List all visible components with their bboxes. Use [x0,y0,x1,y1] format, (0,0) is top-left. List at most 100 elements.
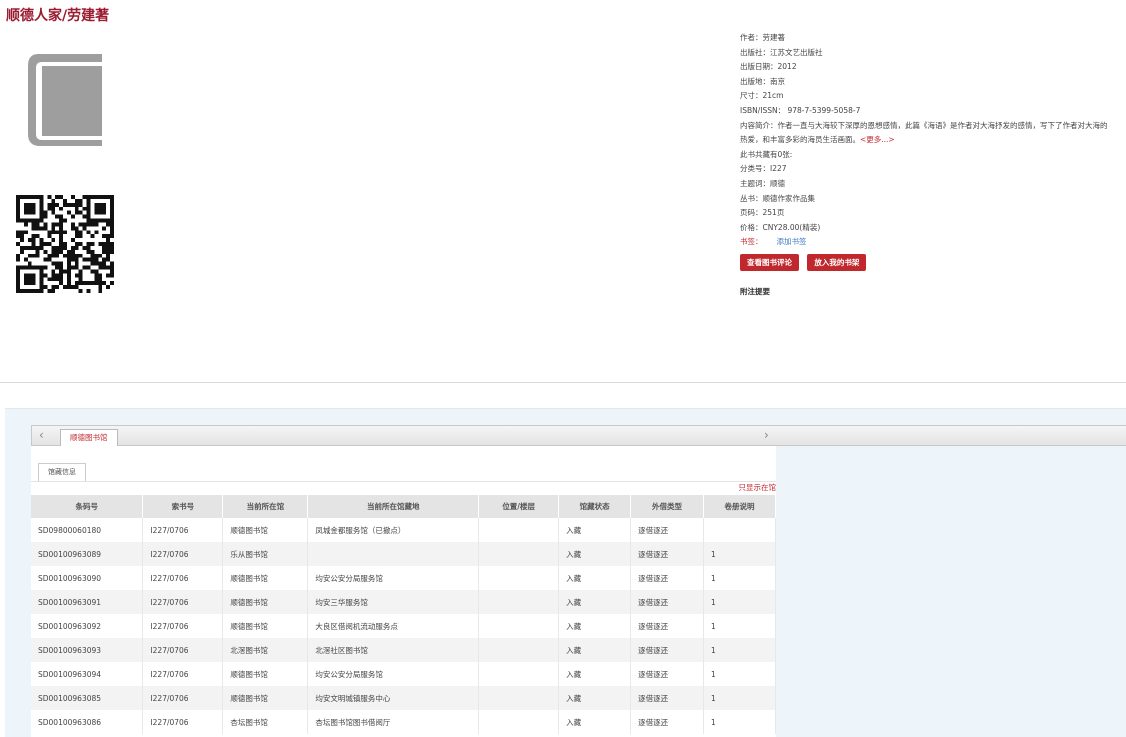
column-header: 位置/楼层 [478,495,560,518]
table-cell [478,686,560,710]
pub-date: 出版日期：2012 [740,62,797,72]
holdings-table: 条码号 索书号 当前所在馆 当前所在馆藏地 位置/楼层 馆藏状态 外借类型 卷册说明 SD09… [31,495,776,734]
table-cell: 逐借逐还 [630,614,705,638]
table-row: SD09800060180 I227/0706 顺德图书馆 凤城金都服务馆（已撤点） 入… [31,518,776,542]
publisher: 出版社：江苏文艺出版社 [740,47,823,57]
book-info: 作者：劳建著 出版社：江苏文艺出版社 出版日期：2012 出版地：南京 尺寸：2… [740,31,1110,300]
table-cell: 顺德图书馆 [222,566,309,590]
table-cell: 杏坛图书馆 [222,710,309,734]
table-cell: 逐借逐还 [630,518,705,542]
table-cell: 1 [703,566,776,590]
table-cell [478,710,560,734]
summary-text: 内容简介：作者一直与大海较下深厚的恩想感情，此篇《海语》是作者对大海抒发的感情，… [740,120,1108,145]
table-cell: 逐借逐还 [630,542,705,566]
view-review-button[interactable]: 查看图书评论 [740,253,799,271]
chevron-left-icon[interactable]: ‹ [39,428,44,442]
table-cell: SD00100963092 [31,614,144,638]
column-header: 外借类型 [630,495,705,518]
table-cell: 杏坛图书馆图书借阅厅 [307,710,480,734]
pages: 页码：251页 [740,208,785,218]
table-cell: 逐借逐还 [630,710,705,734]
table-cell: SD00100963094 [31,662,144,686]
table-cell: 均安三华服务馆 [307,590,480,614]
table-cell [478,566,560,590]
table-cell: SD00100963085 [31,686,144,710]
table-cell: 北滘社区图书馆 [307,638,480,662]
add-bookmark-link[interactable]: 添加书签 [777,237,807,246]
keywords: 主题词：顺德 [740,178,785,188]
summary: 内容简介：作者一直与大海较下深厚的恩想感情，此篇《海语》是作者对大海抒发的感情，… [740,119,1110,148]
book-cover-icon [28,54,102,146]
table-cell: 均安公安分局服务馆 [307,662,480,686]
size: 尺寸：21cm [740,91,784,101]
table-cell: I227/0706 [142,518,224,542]
table-row: SD00100963092 I227/0706 顺德图书馆 大良区借阅机流动服务点 入藏… [31,614,776,638]
table-cell: 顺德图书馆 [222,686,309,710]
table-cell: 均安公安分局服务馆 [307,566,480,590]
table-cell: 入藏 [558,662,632,686]
table-cell: SD00100963090 [31,566,144,590]
holdings-panel: ‹ 顺德图书馆 › 馆藏信息 只显示在馆 条码号 索书号 当前所在馆 当前所在馆藏地位… [5,408,1126,737]
tab-holdings-info[interactable]: 馆藏信息 [38,463,86,481]
table-cell: SD00100963089 [31,542,144,566]
table-cell [478,542,560,566]
table-cell: SD00100963086 [31,710,144,734]
table-cell: 顺德图书馆 [222,518,309,542]
table-cell: I227/0706 [142,662,224,686]
table-cell [703,518,776,542]
table-cell [307,542,480,566]
bookmark: 书签： 添加书签 [740,235,1110,250]
table-cell: I227/0706 [142,542,224,566]
table-cell [478,638,560,662]
table-row: SD00100963089 I227/0706 乐从图书馆 入藏 逐借逐还 1 [31,542,776,566]
table-cell: 顺德图书馆 [222,590,309,614]
table-cell: 均安文明城镇服务中心 [307,686,480,710]
table-row: SD00100963090 I227/0706 顺德图书馆 均安公安分局服务馆 入藏 逐借… [31,566,776,590]
library-tabbar: ‹ 顺德图书馆 › [31,425,1126,447]
table-cell: I227/0706 [142,710,224,734]
action-buttons: 查看图书评论 放入我的书架 [740,253,1110,272]
column-header: 馆藏状态 [558,495,632,518]
only-in-library-link[interactable]: 只显示在馆 [739,482,777,493]
table-cell: I227/0706 [142,590,224,614]
chevron-right-icon[interactable]: › [764,428,769,442]
table-cell: 逐借逐还 [630,566,705,590]
table-cell: 顺德图书馆 [222,662,309,686]
bookmark-label: 书签： [740,237,763,247]
table-cell: 逐借逐还 [630,590,705,614]
table-row: SD00100963086 I227/0706 杏坛图书馆 杏坛图书馆图书借阅厅 入藏逐… [31,710,776,734]
table-cell: 入藏 [558,710,632,734]
table-row: SD00100963094 I227/0706 顺德图书馆 均安公安分局服务馆 入藏 逐借… [31,662,776,686]
table-cell: I227/0706 [142,614,224,638]
table-cell: 大良区借阅机流动服务点 [307,614,480,638]
tab-library[interactable]: 顺德图书馆 [60,429,118,447]
price: 价格：CNY28.00(精装) [740,222,821,232]
table-cell: 入藏 [558,518,632,542]
table-cell: SD00100963093 [31,638,144,662]
table-body: SD09800060180 I227/0706 顺德图书馆 凤城金都服务馆（已撤点）入… [31,518,776,734]
table-cell: 1 [703,662,776,686]
table-cell: I227/0706 [142,638,224,662]
table-cell: 逐借逐还 [630,686,705,710]
table-cell: SD00100963091 [31,590,144,614]
qr-code-icon [16,195,114,293]
table-cell: 入藏 [558,686,632,710]
more-link[interactable]: <更多...> [860,135,895,144]
table-cell: 凤城金都服务馆（已撤点） [307,518,480,542]
table-cell: 1 [703,590,776,614]
divider [0,382,1126,383]
table-cell: 1 [703,686,776,710]
isbn: ISBN/ISSN： 978-7-5399-5058-7 [740,105,861,115]
holdings-content: 馆藏信息 只显示在馆 条码号 索书号 当前所在馆 当前所在馆藏地 位置/楼层 馆藏状态 外借… [31,446,776,737]
class-no: 分类号：I227 [740,164,787,174]
table-cell: 顺德图书馆 [222,614,309,638]
table-row: SD00100963093 I227/0706 北滘图书馆 北滘社区图书馆 入藏 逐借逐还… [31,638,776,662]
table-cell: I227/0706 [142,566,224,590]
add-to-shelf-button[interactable]: 放入我的书架 [807,253,867,271]
table-cell [478,590,560,614]
table-cell: 逐借逐还 [630,638,705,662]
table-cell: 入藏 [558,590,632,614]
table-cell: 北滘图书馆 [222,638,309,662]
table-cell: 逐借逐还 [630,662,705,686]
author: 作者：劳建著 [740,33,785,42]
